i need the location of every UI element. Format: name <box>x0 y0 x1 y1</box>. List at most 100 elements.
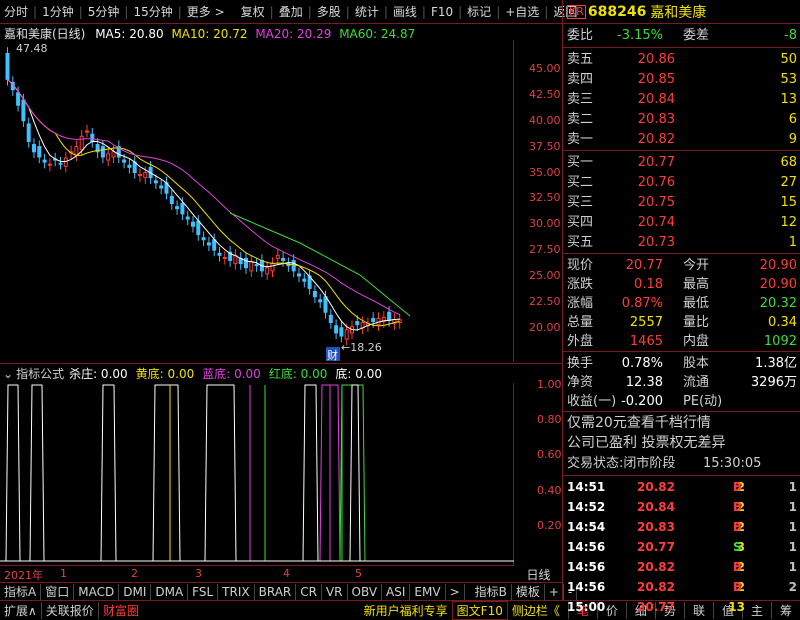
toolbar-biaoji[interactable]: 标记 <box>463 3 495 20</box>
toolbar-huaxian[interactable]: 画线 <box>389 3 421 20</box>
indicator-tab[interactable]: 指标A <box>0 583 42 600</box>
chevron-down-icon[interactable]: ⌄ <box>0 367 16 381</box>
indicator-svg <box>0 384 514 562</box>
tick-side: B <box>733 520 743 534</box>
ma5-label: MA5: 20.80 <box>95 27 164 41</box>
stock-header: KR 688246 嘉和美康 <box>563 0 800 24</box>
tick-price: 20.82 <box>637 560 675 574</box>
ask-price: 20.83 <box>637 112 675 127</box>
quote-value: 0.18 <box>634 277 663 292</box>
weibi-value: -3.15% <box>617 28 663 43</box>
promo-link[interactable]: 新用户福利专享 <box>360 602 452 619</box>
indicator-tab[interactable]: BRAR <box>255 583 297 600</box>
ask-row: 卖三 20.84 13 <box>563 90 800 109</box>
quote-label: 总量 <box>567 315 594 330</box>
quote-value: 2557 <box>629 315 663 330</box>
ask-label: 卖四 <box>567 72 594 87</box>
bid-price: 20.73 <box>637 235 675 250</box>
finance-marker[interactable]: 财 <box>327 348 338 362</box>
toolbar-diejia[interactable]: 叠加 <box>275 3 307 20</box>
indicator-chart[interactable] <box>0 383 514 566</box>
stock-name: 嘉和美康 <box>650 4 707 21</box>
tick-count: 1 <box>788 480 797 494</box>
candle <box>344 329 349 340</box>
kline-chart[interactable]: 47.48 ←18.26 财 <box>0 40 514 362</box>
indicator-tab[interactable]: EMV <box>410 583 446 600</box>
indicator-tab[interactable]: > <box>446 583 465 600</box>
indicator-formula[interactable]: 指标公式 <box>16 365 64 382</box>
wealth-circle-button[interactable]: 财富圈 <box>97 602 143 619</box>
quote-panel: KR 688246 嘉和美康 委比 -3.15% 委差 -8 卖五 20.86 50 卖四 20… <box>562 0 800 614</box>
quote-label: 涨幅 <box>567 296 594 311</box>
quote-value: 20.32 <box>759 296 797 311</box>
bid-row: 买五 20.73 1 <box>563 233 800 252</box>
tick-side: B <box>733 580 743 594</box>
quote-value: 0.87% <box>621 296 663 311</box>
candle <box>281 257 286 261</box>
tick-side: B <box>733 480 743 494</box>
indicator-tab[interactable]: 模板 <box>512 583 545 600</box>
related-quote-button[interactable]: 关联报价 <box>40 602 98 619</box>
ask-volume: 50 <box>780 52 797 67</box>
trade-status: 交易状态:闭市阶段 <box>567 456 676 471</box>
indicator-signal <box>29 384 45 562</box>
tick-time: 14:54 <box>567 520 606 534</box>
notice-row[interactable]: 仅需20元查看千档行情 <box>563 414 800 433</box>
trade-status-row: 交易状态:闭市阶段 15:30:05 <box>563 454 800 473</box>
toolbar-fuquan[interactable]: 复权 <box>237 3 269 20</box>
indicator-tab[interactable]: 窗口 <box>41 583 75 600</box>
indicator-tab[interactable]: DMA <box>151 583 189 600</box>
candle <box>138 174 142 177</box>
candle <box>58 162 63 165</box>
indicator-tab[interactable]: TRIX <box>218 583 255 600</box>
weibi-row: 委比 -3.15% 委差 -8 <box>563 26 800 45</box>
toolbar-duogu[interactable]: 多股 <box>313 3 345 20</box>
f10-button[interactable]: 图文F10 <box>451 601 508 620</box>
bid-row: 买四 20.74 12 <box>563 213 800 232</box>
stat-label: 股本 <box>683 356 710 371</box>
weidiff-value: -8 <box>784 28 797 43</box>
kr-badge: KR <box>567 4 586 19</box>
tick-row: 14:54 20.83 2 B 1 <box>563 518 800 537</box>
indicator-tab[interactable]: VR <box>322 583 348 600</box>
ma10-label: MA10: 20.72 <box>171 27 248 41</box>
indicator-tab[interactable]: DMI <box>119 583 152 600</box>
toolbar-zixuan[interactable]: +自选 <box>501 3 543 20</box>
toolbar-fenshi[interactable]: 分时 <box>0 3 32 20</box>
toolbar-15min[interactable]: 15分钟 <box>129 3 176 20</box>
candle <box>37 146 42 158</box>
indicator-tab[interactable]: ASI <box>382 583 411 600</box>
candle <box>291 259 296 272</box>
toolbar-1min[interactable]: 1分钟 <box>38 3 78 20</box>
tick-price: 20.84 <box>637 500 675 514</box>
stat-label: 换手 <box>567 356 594 371</box>
quote-row: 现价 20.77 今开 20.90 <box>563 256 800 275</box>
candle <box>127 164 132 168</box>
indicator-signal <box>339 384 366 562</box>
candle <box>180 203 185 215</box>
bid-label: 买一 <box>567 155 594 170</box>
bid-volume: 15 <box>780 195 797 210</box>
indicator-tab[interactable]: MACD <box>74 583 120 600</box>
expand-button[interactable]: 扩展∧ <box>0 602 41 619</box>
bid-label: 买四 <box>567 215 594 230</box>
notice-row[interactable]: 公司已盈利 投票权无差异 <box>563 434 800 453</box>
candle <box>85 130 89 133</box>
bid-volume: 27 <box>780 175 797 190</box>
bid-price: 20.74 <box>637 215 675 230</box>
stat-label: 收益(一) <box>567 394 617 409</box>
kline-ytick: 20.00 <box>529 320 561 334</box>
indicator-tab[interactable]: CR <box>296 583 322 600</box>
toolbar-5min[interactable]: 5分钟 <box>84 3 124 20</box>
period-label[interactable]: 日线 <box>515 566 562 582</box>
stat-value: -0.200 <box>621 394 663 409</box>
kline-ytick: 30.00 <box>529 217 561 231</box>
sidebar-toggle[interactable]: 侧边栏《 <box>508 602 564 619</box>
indicator-tab[interactable]: 指标B <box>471 583 512 600</box>
indicator-tab[interactable]: OBV <box>348 583 383 600</box>
indicator-tab[interactable]: FSL <box>188 583 219 600</box>
toolbar-tongji[interactable]: 统计 <box>351 3 383 20</box>
kline-ytick: 35.00 <box>529 165 561 179</box>
toolbar-more[interactable]: 更多 > <box>183 3 229 20</box>
toolbar-f10[interactable]: F10 <box>427 5 457 19</box>
